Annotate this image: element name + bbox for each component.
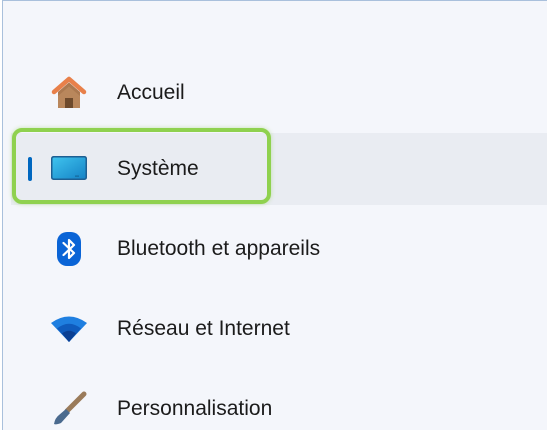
nav-item-label: Accueil (117, 81, 185, 104)
nav-item-label: Bluetooth et appareils (117, 237, 321, 260)
nav-item-reseau[interactable]: Réseau et Internet (11, 293, 547, 365)
settings-window: Accueil Système Bluetooth et appareils R… (2, 0, 547, 430)
brush-icon (49, 389, 89, 429)
bluetooth-icon (49, 229, 89, 269)
wifi-icon (49, 309, 89, 349)
nav-item-systeme[interactable]: Système (11, 133, 547, 205)
settings-navigation: Accueil Système Bluetooth et appareils R… (3, 1, 547, 430)
home-icon (49, 73, 89, 113)
nav-item-label: Personnalisation (117, 397, 273, 420)
monitor-icon (49, 149, 89, 189)
nav-item-personnalisation[interactable]: Personnalisation (11, 373, 547, 430)
selection-indicator (28, 157, 32, 181)
nav-item-label: Système (117, 157, 199, 180)
nav-item-bluetooth[interactable]: Bluetooth et appareils (11, 213, 547, 285)
nav-item-label: Réseau et Internet (117, 317, 290, 340)
nav-item-accueil[interactable]: Accueil (11, 57, 547, 129)
